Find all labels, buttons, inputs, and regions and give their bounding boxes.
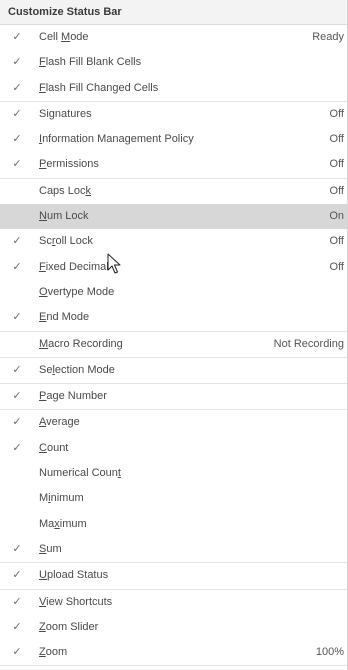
- menu-item-value: Off: [329, 133, 344, 146]
- menu-item-label: Upload Status: [39, 569, 109, 582]
- menu-item-value: Off: [329, 184, 344, 197]
- menu-item-numerical-count[interactable]: Numerical Count: [0, 461, 347, 486]
- menu-item-label: Scroll Lock: [39, 235, 93, 248]
- menu-group: ✓ Upload Status: [0, 563, 347, 590]
- menu-item-caps-lock[interactable]: Caps Lock Off: [0, 179, 347, 204]
- checkmark-icon: ✓: [12, 542, 22, 555]
- menu-item-label: Selection Mode: [39, 363, 115, 376]
- menu-item-label: Macro Recording: [39, 337, 123, 350]
- menu-item-label: View Shortcuts: [39, 595, 113, 608]
- menu-group: ✓ Signatures Off ✓ Information Management Po…: [0, 102, 347, 179]
- menu-item-label: Permissions: [39, 158, 99, 171]
- checkmark-icon: ✓: [12, 260, 22, 273]
- menu-item-label: Caps Lock: [39, 184, 91, 197]
- menu-item-permissions[interactable]: ✓ Permissions Off: [0, 152, 347, 177]
- menu-item-value: Ready: [312, 31, 344, 43]
- checkmark-icon: ✓: [12, 646, 22, 659]
- menu-item-label: Fixed Decimal: [39, 260, 109, 273]
- checkmark-icon: ✓: [12, 620, 22, 633]
- menu-group: ✓ Page Number: [0, 384, 347, 411]
- customize-status-bar-menu: Customize Status Bar ✓ Cell Mode Ready ✓ Fla…: [0, 0, 348, 670]
- menu-item-value: On: [329, 210, 344, 223]
- menu-item-label: Flash Fill Changed Cells: [39, 81, 159, 94]
- checkmark-icon: ✓: [12, 595, 22, 608]
- menu-item-selection-mode[interactable]: ✓ Selection Mode: [0, 358, 347, 383]
- menu-title: Customize Status Bar: [0, 0, 347, 25]
- checkmark-icon: ✓: [12, 133, 22, 146]
- menu-item-label: Sum: [39, 542, 62, 555]
- checkmark-icon: ✓: [12, 31, 22, 43]
- checkmark-icon: ✓: [12, 235, 22, 248]
- menu-item-label: End Mode: [39, 311, 90, 324]
- menu-item-label: Flash Fill Blank Cells: [39, 56, 142, 69]
- menu-item-label: Num Lock: [39, 210, 89, 223]
- menu-item-fixed-decimal[interactable]: ✓ Fixed Decimal Off: [0, 255, 347, 280]
- menu-item-end-mode[interactable]: ✓ End Mode: [0, 305, 347, 330]
- menu-item-scroll-lock[interactable]: ✓ Scroll Lock Off: [0, 229, 347, 254]
- menu-item-value: Off: [329, 235, 344, 248]
- menu-item-num-lock[interactable]: Num Lock On: [0, 204, 347, 230]
- menu-item-zoom-slider[interactable]: ✓ Zoom Slider: [0, 615, 347, 640]
- menu-item-label: Average: [39, 416, 80, 429]
- menu-item-value: Not Recording: [273, 337, 344, 350]
- menu-item-flash-fill-changed-cells[interactable]: ✓ Flash Fill Changed Cells: [0, 76, 347, 101]
- menu-item-maximum[interactable]: Maximum: [0, 512, 347, 537]
- checkmark-icon: ✓: [12, 158, 22, 171]
- menu-item-label: Numerical Count: [39, 467, 121, 480]
- checkmark-icon: ✓: [12, 363, 22, 376]
- checkmark-icon: ✓: [12, 390, 22, 403]
- menu-item-cell-mode[interactable]: ✓ Cell Mode Ready: [0, 25, 347, 50]
- checkmark-icon: ✓: [12, 81, 22, 94]
- menu-item-list: ✓ Cell Mode Ready ✓ Flash Fill Blank Cells ✓ F…: [0, 25, 347, 667]
- menu-item-sum[interactable]: ✓ Sum: [0, 537, 347, 562]
- menu-group: Caps Lock Off Num Lock On ✓ Scroll Lock Off ✓ Fi…: [0, 179, 347, 332]
- checkmark-icon: ✓: [12, 107, 22, 120]
- checkmark-icon: ✓: [12, 56, 22, 69]
- menu-item-label: Maximum: [39, 517, 87, 530]
- menu-item-value: Off: [329, 107, 344, 120]
- menu-item-label: Overtype Mode: [39, 285, 115, 298]
- menu-item-average[interactable]: ✓ Average: [0, 410, 347, 435]
- menu-item-signatures[interactable]: ✓ Signatures Off: [0, 102, 347, 127]
- menu-item-label: Minimum: [39, 492, 84, 505]
- menu-group: ✓ Selection Mode: [0, 358, 347, 385]
- menu-group: Macro Recording Not Recording: [0, 332, 347, 358]
- menu-item-label: Page Number: [39, 390, 107, 403]
- menu-item-minimum[interactable]: Minimum: [0, 486, 347, 511]
- menu-group: ✓ Cell Mode Ready ✓ Flash Fill Blank Cells ✓ F…: [0, 25, 347, 102]
- menu-item-view-shortcuts[interactable]: ✓ View Shortcuts: [0, 590, 347, 615]
- menu-item-label: Signatures: [39, 107, 92, 120]
- checkmark-icon: ✓: [12, 416, 22, 429]
- menu-item-overtype-mode[interactable]: Overtype Mode: [0, 280, 347, 305]
- menu-item-flash-fill-blank-cells[interactable]: ✓ Flash Fill Blank Cells: [0, 50, 347, 75]
- menu-item-zoom[interactable]: ✓ Zoom 100%: [0, 640, 347, 665]
- menu-group: ✓ Average ✓ Count Numerical Count Minimum Maxi…: [0, 410, 347, 564]
- checkmark-icon: ✓: [12, 569, 22, 582]
- menu-item-label: Information Management Policy: [39, 133, 194, 146]
- menu-item-label: Zoom: [39, 646, 68, 659]
- checkmark-icon: ✓: [12, 441, 22, 454]
- menu-item-value: 100%: [315, 646, 344, 659]
- menu-item-label: Count: [39, 441, 69, 454]
- menu-item-upload-status[interactable]: ✓ Upload Status: [0, 563, 347, 588]
- checkmark-icon: ✓: [12, 311, 22, 324]
- menu-item-label: Cell Mode: [39, 31, 89, 43]
- menu-item-page-number[interactable]: ✓ Page Number: [0, 384, 347, 409]
- menu-item-count[interactable]: ✓ Count: [0, 436, 347, 461]
- menu-item-value: Off: [329, 158, 344, 171]
- menu-item-information-management-policy[interactable]: ✓ Information Management Policy Off: [0, 127, 347, 152]
- menu-item-value: Off: [329, 260, 344, 273]
- menu-item-macro-recording[interactable]: Macro Recording Not Recording: [0, 332, 347, 357]
- menu-group: ✓ View Shortcuts ✓ Zoom Slider ✓ Zoom 100%: [0, 590, 347, 667]
- menu-item-label: Zoom Slider: [39, 620, 99, 633]
